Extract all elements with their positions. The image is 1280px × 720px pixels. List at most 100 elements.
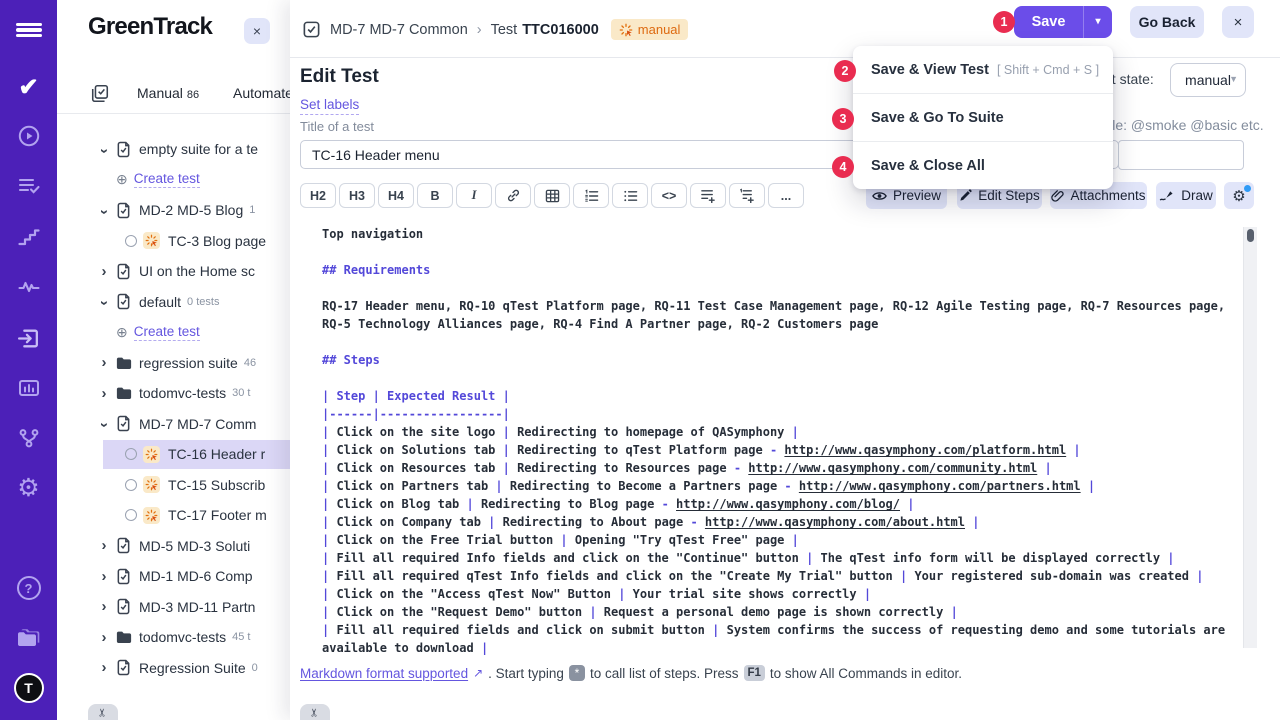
- editor-settings-button[interactable]: ⚙: [1224, 182, 1254, 209]
- tree-suite-item[interactable]: ›MD-1 MD-6 Comp: [57, 561, 290, 592]
- tests-check-icon[interactable]: ✔: [0, 73, 57, 101]
- code-button[interactable]: <>: [651, 183, 687, 208]
- test-lists-icon[interactable]: [0, 172, 57, 200]
- tree-folder-item[interactable]: ›regression suite46: [57, 348, 290, 379]
- annotation-marker-4: 4: [832, 156, 854, 178]
- add-ordered-list-button[interactable]: [729, 183, 765, 208]
- save-button[interactable]: Save ▾: [1014, 6, 1112, 38]
- set-labels-link[interactable]: Set labels: [300, 97, 359, 115]
- save-dropdown-menu: Save & View Test[ Shift + Cmd + S ]Save …: [853, 46, 1113, 189]
- chevron-icon[interactable]: ›: [98, 568, 110, 585]
- chevron-icon[interactable]: ›: [98, 385, 110, 402]
- tab-manual[interactable]: Manual86: [137, 85, 199, 101]
- table-button[interactable]: [534, 183, 570, 208]
- suite-doc-icon: [116, 537, 132, 555]
- menu-item-save-view-test[interactable]: Save & View Test[ Shift + Cmd + S ]: [853, 46, 1113, 93]
- draw-button[interactable]: Draw: [1156, 182, 1216, 209]
- scrollbar-thumb[interactable]: [1247, 229, 1254, 242]
- status-badge: manual: [611, 19, 689, 40]
- h2-button[interactable]: H2: [300, 183, 336, 208]
- sign-in-icon[interactable]: [0, 324, 57, 352]
- tree-folder-item[interactable]: ›todomvc-tests30 t: [57, 378, 290, 409]
- close-editor-button[interactable]: ×: [1222, 6, 1254, 38]
- menu-item-save-go-to-suite[interactable]: Save & Go To Suite: [853, 93, 1113, 141]
- test-check-icon: [302, 20, 321, 39]
- suite-doc-icon: [116, 415, 132, 433]
- manual-spinner-icon: [143, 507, 160, 524]
- editor-line: [322, 245, 1268, 263]
- chevron-icon[interactable]: ›: [98, 598, 110, 615]
- create-test-link[interactable]: ⊕Create test: [57, 165, 290, 196]
- tree-suite-item[interactable]: ›empty suite for a te: [57, 134, 290, 165]
- tree-suite-item[interactable]: ›MD-5 MD-3 Soluti: [57, 531, 290, 562]
- ordered-list-button[interactable]: [573, 183, 609, 208]
- f1-key: F1: [744, 665, 765, 681]
- annotation-marker-2: 2: [834, 60, 856, 82]
- test-runs-icon[interactable]: [0, 122, 57, 150]
- help-icon[interactable]: ?: [0, 574, 57, 602]
- editor-line: | Click on Company tab | Redirecting to …: [322, 515, 1268, 533]
- editor-line: | Fill all required Info fields and clic…: [322, 551, 1268, 569]
- reports-icon[interactable]: [0, 374, 57, 402]
- tree-suite-item[interactable]: ›MD-2 MD-5 Blog1: [57, 195, 290, 226]
- tree-test-item[interactable]: TC-3 Blog page: [57, 226, 290, 257]
- steps-icon[interactable]: [0, 223, 57, 251]
- test-state-select[interactable]: manual▼: [1170, 63, 1246, 97]
- bullet-list-button[interactable]: [612, 183, 648, 208]
- suite-doc-icon: [116, 262, 132, 280]
- test-status-circle-icon: [125, 509, 137, 521]
- page-title: Edit Test: [300, 66, 379, 88]
- settings-icon[interactable]: ⚙: [0, 474, 57, 502]
- tree-test-item[interactable]: TC-17 Footer m: [57, 500, 290, 531]
- tree-suite-item[interactable]: ›Regression Suite0: [57, 653, 290, 684]
- labels-input[interactable]: [1118, 140, 1244, 170]
- menu-item-save-close-all[interactable]: Save & Close All: [853, 141, 1113, 189]
- tree-folder-item[interactable]: ›todomvc-tests45 t: [57, 622, 290, 653]
- markdown-editor[interactable]: Top navigation## RequirementsRQ-17 Heade…: [300, 227, 1268, 659]
- branches-icon[interactable]: [0, 424, 57, 452]
- editor-line: [322, 371, 1268, 389]
- italic-button[interactable]: I: [456, 183, 492, 208]
- chevron-icon[interactable]: ›: [98, 537, 110, 554]
- add-bullet-list-button[interactable]: [690, 183, 726, 208]
- menu-icon[interactable]: [0, 16, 57, 44]
- chevron-icon[interactable]: ›: [98, 263, 110, 280]
- tree-test-item[interactable]: TC-15 Subscrib: [57, 470, 290, 501]
- h4-button[interactable]: H4: [378, 183, 414, 208]
- editor-resize-handle[interactable]: ✂: [300, 704, 330, 720]
- chevron-icon[interactable]: ›: [98, 659, 110, 676]
- collapse-panel-button[interactable]: ×: [244, 18, 270, 44]
- breadcrumb-test-label: Test: [491, 22, 518, 38]
- h3-button[interactable]: H3: [339, 183, 375, 208]
- chevron-icon[interactable]: ›: [96, 206, 113, 218]
- manual-spinner-icon: [143, 232, 160, 249]
- tree-suite-item[interactable]: ›default0 tests: [57, 287, 290, 318]
- go-back-button[interactable]: Go Back: [1130, 6, 1204, 38]
- suite-doc-icon: [116, 201, 132, 219]
- editor-scrollbar[interactable]: [1243, 227, 1257, 648]
- chevron-icon[interactable]: ›: [96, 297, 113, 309]
- activity-icon[interactable]: [0, 273, 57, 301]
- chevron-icon[interactable]: ›: [96, 419, 113, 431]
- app-window: ✔ ⚙ ? T GreenTrack × Manual86 Automated: [0, 0, 1280, 720]
- edit-test-panel: MD-7 MD-7 Common › Test TTC016000 manual…: [290, 0, 1280, 720]
- projects-icon[interactable]: [0, 624, 57, 652]
- tree-suite-item[interactable]: ›UI on the Home sc: [57, 256, 290, 287]
- tree-suite-item[interactable]: ›MD-3 MD-11 Partn: [57, 592, 290, 623]
- more-button[interactable]: ...: [768, 183, 804, 208]
- breadcrumb-suite[interactable]: MD-7 MD-7 Common: [330, 22, 468, 38]
- tree-suite-item[interactable]: ›MD-7 MD-7 Comm: [57, 409, 290, 440]
- link-button[interactable]: [495, 183, 531, 208]
- chevron-icon[interactable]: ›: [98, 629, 110, 646]
- tab-automated[interactable]: Automated: [233, 85, 290, 101]
- chevron-icon[interactable]: ›: [98, 354, 110, 371]
- markdown-help-link[interactable]: Markdown format supported: [300, 666, 468, 681]
- tree-resize-handle[interactable]: ✂: [88, 704, 118, 720]
- bold-button[interactable]: B: [417, 183, 453, 208]
- create-test-link[interactable]: ⊕Create test: [57, 317, 290, 348]
- format-toolbar: H2H3H4BI <>...: [300, 183, 804, 208]
- tree-test-item[interactable]: TC-16 Header r: [57, 439, 290, 470]
- chevron-icon[interactable]: ›: [96, 145, 113, 157]
- editor-line: RQ-17 Header menu, RQ-10 qTest Platform …: [322, 299, 1268, 317]
- save-dropdown-caret[interactable]: ▾: [1083, 6, 1112, 38]
